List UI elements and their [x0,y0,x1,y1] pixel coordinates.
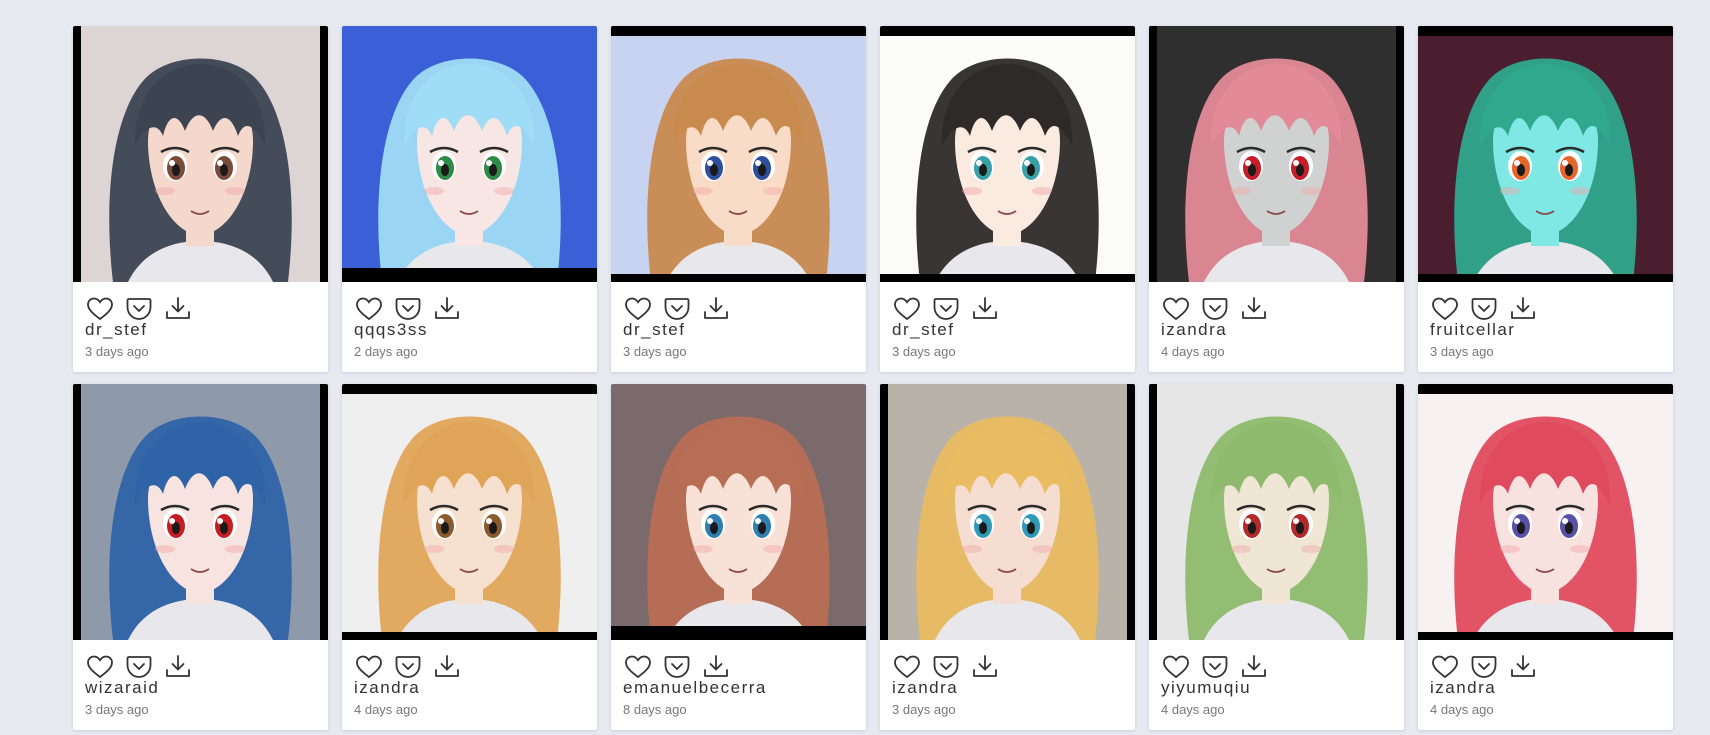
download-icon[interactable] [163,653,192,680]
heart-icon[interactable] [1161,653,1190,680]
artwork-thumbnail[interactable] [342,384,597,640]
author-username[interactable]: yiyumuqiu [1161,678,1404,698]
artwork-thumbnail[interactable] [1149,384,1404,640]
post-timestamp: 3 days ago [85,344,149,359]
author-username[interactable]: izandra [354,678,597,698]
download-icon[interactable] [163,295,192,322]
gallery-grid: dr_stef 3 days ago qqqs3ss 2 days ago dr… [73,26,1673,730]
download-icon[interactable] [432,295,461,322]
author-username[interactable]: dr_stef [85,320,328,340]
post-timestamp: 3 days ago [1430,344,1494,359]
download-icon[interactable] [701,653,730,680]
heart-icon[interactable] [1161,295,1190,322]
download-icon[interactable] [1508,653,1537,680]
card-actions [611,640,866,678]
card-actions [1149,282,1404,320]
pocket-icon[interactable] [662,653,691,680]
author-username[interactable]: izandra [1430,678,1673,698]
card-actions [342,640,597,678]
post-timestamp: 3 days ago [85,702,149,717]
author-username[interactable]: wizaraid [85,678,328,698]
gallery-card: izandra 3 days ago [880,384,1135,730]
card-actions [73,640,328,678]
download-icon[interactable] [701,295,730,322]
post-timestamp: 2 days ago [354,344,418,359]
download-icon[interactable] [432,653,461,680]
gallery-card: emanuelbecerra 8 days ago [611,384,866,730]
artwork-thumbnail[interactable] [611,384,866,640]
pocket-icon[interactable] [1469,295,1498,322]
heart-icon[interactable] [892,295,921,322]
gallery-card: wizaraid 3 days ago [73,384,328,730]
heart-icon[interactable] [85,653,114,680]
gallery-card: dr_stef 3 days ago [880,26,1135,372]
card-actions [611,282,866,320]
download-icon[interactable] [1239,295,1268,322]
card-actions [880,282,1135,320]
heart-icon[interactable] [85,295,114,322]
pocket-icon[interactable] [1200,295,1229,322]
gallery-card: izandra 4 days ago [1418,384,1673,730]
author-username[interactable]: dr_stef [623,320,866,340]
pocket-icon[interactable] [393,653,422,680]
heart-icon[interactable] [1430,653,1459,680]
pocket-icon[interactable] [124,653,153,680]
post-timestamp: 3 days ago [892,702,956,717]
post-timestamp: 4 days ago [1161,702,1225,717]
download-icon[interactable] [1508,295,1537,322]
post-timestamp: 4 days ago [1430,702,1494,717]
post-timestamp: 3 days ago [892,344,956,359]
artwork-thumbnail[interactable] [1418,384,1673,640]
post-timestamp: 4 days ago [354,702,418,717]
pocket-icon[interactable] [931,295,960,322]
author-username[interactable]: izandra [1161,320,1404,340]
author-username[interactable]: qqqs3ss [354,320,597,340]
heart-icon[interactable] [1430,295,1459,322]
gallery-card: dr_stef 3 days ago [73,26,328,372]
card-actions [342,282,597,320]
card-actions [73,282,328,320]
download-icon[interactable] [970,653,999,680]
artwork-thumbnail[interactable] [73,26,328,282]
heart-icon[interactable] [623,653,652,680]
pocket-icon[interactable] [1200,653,1229,680]
download-icon[interactable] [1239,653,1268,680]
artwork-thumbnail[interactable] [73,384,328,640]
card-actions [1149,640,1404,678]
pocket-icon[interactable] [931,653,960,680]
artwork-thumbnail[interactable] [880,26,1135,282]
author-username[interactable]: fruitcellar [1430,320,1673,340]
artwork-thumbnail[interactable] [1149,26,1404,282]
gallery-card: izandra 4 days ago [1149,26,1404,372]
heart-icon[interactable] [354,653,383,680]
pocket-icon[interactable] [662,295,691,322]
gallery-card: dr_stef 3 days ago [611,26,866,372]
post-timestamp: 3 days ago [623,344,687,359]
download-icon[interactable] [970,295,999,322]
artwork-thumbnail[interactable] [880,384,1135,640]
author-username[interactable]: izandra [892,678,1135,698]
author-username[interactable]: dr_stef [892,320,1135,340]
artwork-thumbnail[interactable] [1418,26,1673,282]
post-timestamp: 8 days ago [623,702,687,717]
post-timestamp: 4 days ago [1161,344,1225,359]
card-actions [1418,282,1673,320]
pocket-icon[interactable] [1469,653,1498,680]
pocket-icon[interactable] [393,295,422,322]
pocket-icon[interactable] [124,295,153,322]
gallery-card: qqqs3ss 2 days ago [342,26,597,372]
artwork-thumbnail[interactable] [342,26,597,282]
heart-icon[interactable] [623,295,652,322]
gallery-card: fruitcellar 3 days ago [1418,26,1673,372]
gallery-card: izandra 4 days ago [342,384,597,730]
gallery-card: yiyumuqiu 4 days ago [1149,384,1404,730]
heart-icon[interactable] [892,653,921,680]
heart-icon[interactable] [354,295,383,322]
artwork-thumbnail[interactable] [611,26,866,282]
author-username[interactable]: emanuelbecerra [623,678,866,698]
card-actions [1418,640,1673,678]
card-actions [880,640,1135,678]
